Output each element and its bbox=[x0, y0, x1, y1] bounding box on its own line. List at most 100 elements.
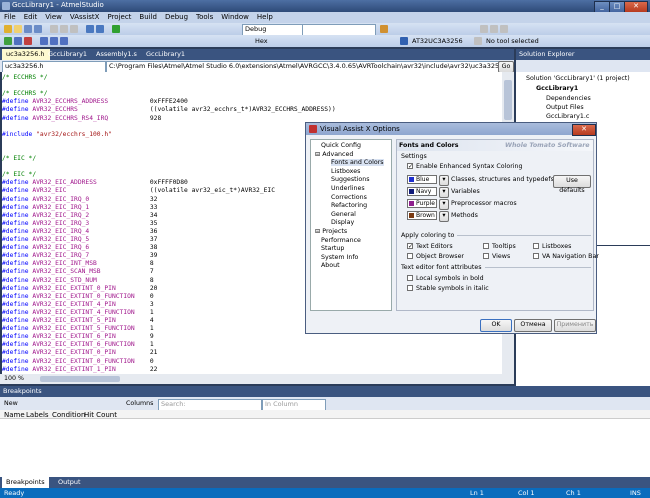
color-dropdown-navy[interactable]: ▾ bbox=[439, 187, 449, 198]
step-out-icon[interactable] bbox=[60, 37, 68, 45]
cut-icon[interactable] bbox=[50, 25, 58, 33]
use-defaults-button[interactable]: Use defaults bbox=[553, 175, 591, 194]
menu-edit[interactable]: Edit bbox=[20, 12, 42, 23]
tree-item-listboxes[interactable]: Listboxes bbox=[331, 168, 360, 175]
tab-gcclibrary1-c[interactable]: GccLibrary1 bbox=[142, 49, 189, 60]
stop-icon[interactable] bbox=[24, 37, 32, 45]
menu-debug[interactable]: Debug bbox=[161, 12, 192, 23]
scrollbar-thumb[interactable] bbox=[504, 80, 512, 120]
save-icon[interactable] bbox=[24, 25, 32, 33]
code-line: #define AVR32_EIC_IRQ_5 37 bbox=[2, 236, 158, 243]
color-dropdown-purple[interactable]: ▾ bbox=[439, 199, 449, 210]
cancel-button[interactable]: Отмена bbox=[514, 319, 552, 332]
properties-icon[interactable] bbox=[490, 25, 498, 33]
tree-item-system-info[interactable]: System Info bbox=[321, 254, 358, 261]
apply-va-navbar-checkbox[interactable] bbox=[533, 253, 539, 259]
local-bold-checkbox[interactable] bbox=[407, 275, 413, 281]
new-project-icon[interactable] bbox=[4, 25, 12, 33]
tab-gcclibrary1[interactable]: GccLibrary1 bbox=[44, 49, 91, 60]
column-labels[interactable]: Labels bbox=[26, 411, 49, 419]
tree-item-display[interactable]: Display bbox=[331, 219, 354, 226]
tree-item-general[interactable]: General bbox=[331, 211, 356, 218]
code-line: #define AVR32_EIC_EXTINT_0_PIN 20 bbox=[2, 284, 158, 292]
menu-build[interactable]: Build bbox=[135, 12, 161, 23]
apply-listboxes-checkbox[interactable] bbox=[533, 243, 539, 249]
ok-button[interactable]: OK bbox=[480, 319, 512, 332]
stable-italic-checkbox[interactable] bbox=[407, 285, 413, 291]
menu-view[interactable]: View bbox=[41, 12, 66, 23]
apply-text-editors-checkbox[interactable]: ✓ bbox=[407, 243, 413, 250]
tree-item-advanced[interactable]: ⊟ Advanced bbox=[315, 151, 353, 158]
continue-icon[interactable] bbox=[4, 37, 12, 45]
tool-label[interactable]: No tool selected bbox=[486, 37, 539, 45]
toolbar-standard: Debug bbox=[0, 23, 650, 36]
apply-object-browser-checkbox[interactable] bbox=[407, 253, 413, 259]
menu-tools[interactable]: Tools bbox=[192, 12, 217, 23]
dependencies-node[interactable]: Dependencies bbox=[546, 95, 591, 102]
copy-icon[interactable] bbox=[60, 25, 68, 33]
column-condition[interactable]: Condition bbox=[52, 411, 85, 419]
step-into-icon[interactable] bbox=[40, 37, 48, 45]
page-header: Fonts and Colors Whole Tomato Software bbox=[397, 140, 593, 151]
tree-item-underlines[interactable]: Underlines bbox=[331, 185, 365, 192]
tab-assembly1[interactable]: Assembly1.s bbox=[92, 49, 141, 60]
save-all-icon[interactable] bbox=[34, 25, 42, 33]
output-files-node[interactable]: Output Files bbox=[546, 104, 584, 111]
step-over-icon[interactable] bbox=[50, 37, 58, 45]
tree-item-projects[interactable]: ⊟ Projects bbox=[315, 228, 347, 235]
source-file-node[interactable]: GccLibrary1.c bbox=[546, 113, 589, 120]
apply-tooltips-checkbox[interactable] bbox=[483, 243, 489, 249]
columns-button[interactable]: Columns bbox=[126, 400, 153, 407]
code-line: #define AVR32_EIC_EXTINT_1_PIN 22 bbox=[2, 365, 158, 373]
apply-button[interactable]: Применить bbox=[554, 319, 596, 332]
tree-item-quick-config[interactable]: Quick Config bbox=[321, 142, 361, 149]
redo-icon[interactable] bbox=[96, 25, 104, 33]
menu-vassistx[interactable]: VAssistX bbox=[66, 12, 104, 23]
tab-output[interactable]: Output bbox=[54, 477, 85, 488]
zoom-level[interactable]: 100 % bbox=[4, 375, 24, 382]
project-node[interactable]: GccLibrary1 bbox=[536, 85, 578, 92]
apply-views-checkbox[interactable] bbox=[483, 253, 489, 259]
apply-text-editors-label: Text Editors bbox=[416, 243, 453, 250]
paste-icon[interactable] bbox=[70, 25, 78, 33]
editor-nav-bar: uc3a3256.h C:\Program Files\Atmel\Atmel … bbox=[0, 60, 514, 73]
code-line: #define AVR32_EIC_EXTINT_5_FUNCTION 1 bbox=[2, 325, 154, 333]
color-select-purple[interactable]: Purple bbox=[407, 199, 437, 208]
tree-item-about[interactable]: About bbox=[321, 262, 340, 269]
start-debug-icon[interactable] bbox=[112, 25, 120, 33]
solution-explorer-title: Solution Explorer bbox=[516, 49, 650, 60]
toolbox-icon[interactable] bbox=[500, 25, 508, 33]
tab-breakpoints[interactable]: Breakpoints bbox=[2, 477, 49, 488]
color-select-brown[interactable]: Brown bbox=[407, 211, 437, 220]
dialog-close-button[interactable]: ✕ bbox=[572, 124, 596, 136]
break-all-icon[interactable] bbox=[14, 37, 22, 45]
undo-icon[interactable] bbox=[86, 25, 94, 33]
color-select-blue[interactable]: Blue bbox=[407, 175, 437, 184]
tree-item-fonts-and-colors[interactable]: Fonts and Colors bbox=[331, 159, 384, 167]
color-select-navy[interactable]: Navy bbox=[407, 187, 437, 196]
hex-toggle[interactable]: Hex bbox=[255, 37, 268, 45]
menu-project[interactable]: Project bbox=[103, 12, 135, 23]
find-icon[interactable] bbox=[380, 25, 388, 33]
tree-item-startup[interactable]: Startup bbox=[321, 245, 344, 252]
color-dropdown-blue[interactable]: ▾ bbox=[439, 175, 449, 186]
solution-explorer-icon[interactable] bbox=[480, 25, 488, 33]
color-dropdown-brown[interactable]: ▾ bbox=[439, 211, 449, 222]
tab-uc3a3256[interactable]: uc3a3256.h bbox=[2, 49, 50, 60]
color-name: Navy bbox=[416, 188, 432, 195]
tree-item-refactoring[interactable]: Refactoring bbox=[331, 202, 367, 209]
new-breakpoint-button[interactable]: New bbox=[4, 400, 18, 407]
device-label[interactable]: AT32UC3A3256 bbox=[412, 37, 463, 45]
column-hit-count[interactable]: Hit Count bbox=[84, 411, 117, 419]
solution-root[interactable]: Solution 'GccLibrary1' (1 project) bbox=[526, 75, 630, 82]
menu-window[interactable]: Window bbox=[217, 12, 253, 23]
column-name[interactable]: Name bbox=[4, 411, 25, 419]
tree-item-suggestions[interactable]: Suggestions bbox=[331, 176, 369, 183]
menu-help[interactable]: Help bbox=[253, 12, 277, 23]
horizontal-scrollbar-thumb[interactable] bbox=[40, 376, 120, 382]
enable-syntax-checkbox[interactable]: ✓ bbox=[407, 163, 413, 170]
tree-item-corrections[interactable]: Corrections bbox=[331, 194, 367, 201]
open-folder-icon[interactable] bbox=[14, 25, 22, 33]
menu-file[interactable]: File bbox=[0, 12, 20, 23]
tree-item-performance[interactable]: Performance bbox=[321, 237, 361, 244]
